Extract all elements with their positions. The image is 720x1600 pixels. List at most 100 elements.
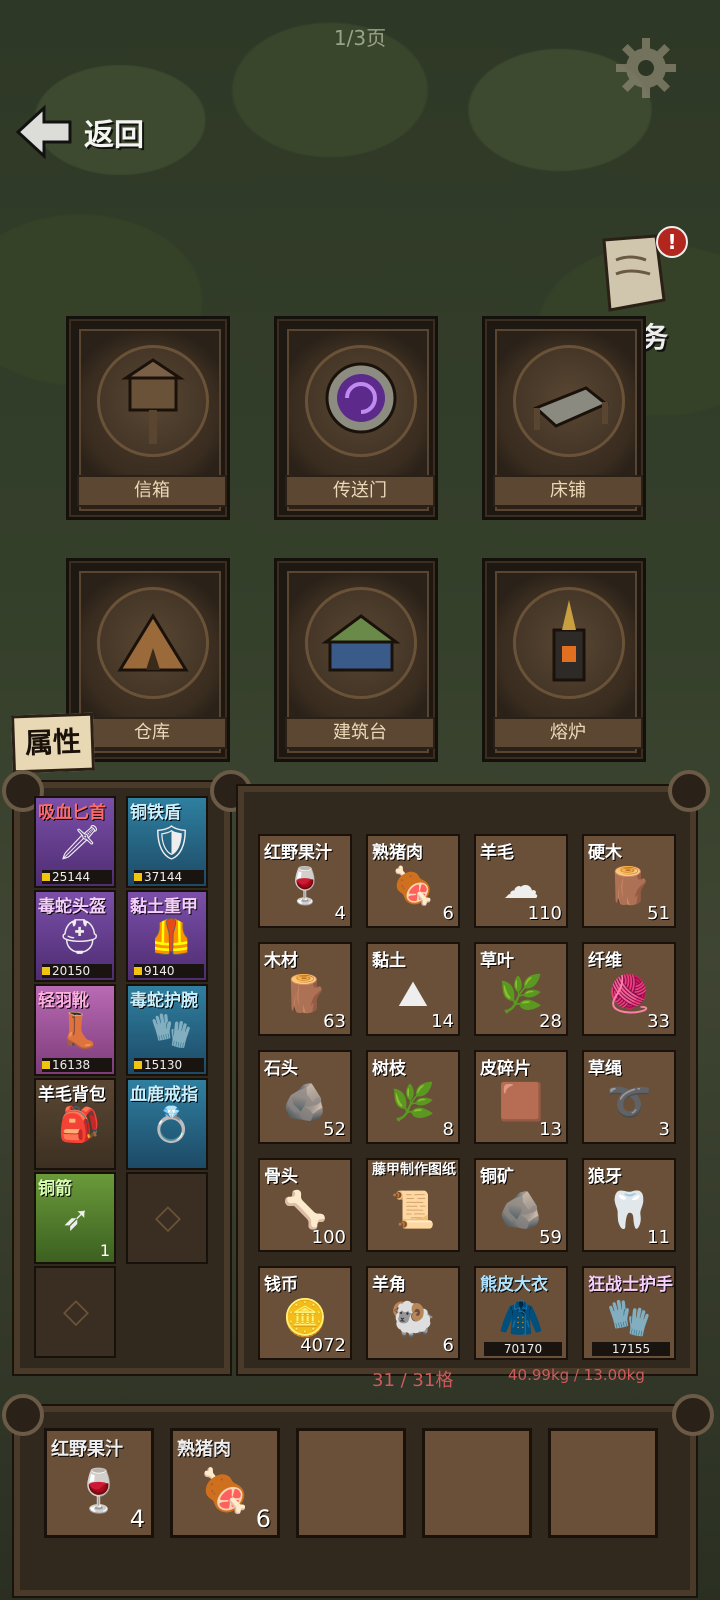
arrow-icon: ➶ (61, 1199, 91, 1239)
workbench-icon (305, 587, 417, 699)
inventory-slot[interactable]: 黏土 ⛰ 14 (366, 942, 460, 1036)
building-mailbox[interactable]: 信箱 (66, 316, 230, 520)
inventory-slot[interactable]: 木材 🪵 63 (258, 942, 352, 1036)
item-count: 33 (647, 1011, 670, 1032)
back-button[interactable]: 返回 (14, 104, 144, 160)
equipment-slot[interactable]: 血鹿戒指 💍 (126, 1078, 208, 1170)
item-count: 8 (442, 1119, 454, 1140)
inventory-slot[interactable]: 狼牙 🦷 11 (582, 1158, 676, 1252)
item-durability: 70170 (484, 1342, 562, 1356)
inventory-slot[interactable]: 纤维 🧶 33 (582, 942, 676, 1036)
item-name: 熟猪肉 (372, 843, 423, 863)
inventory-slot[interactable]: 羊角 🐏 6 (366, 1266, 460, 1360)
inventory-slot[interactable]: 树枝 🌿 8 (366, 1050, 460, 1144)
equipment-value: 9140 (134, 964, 204, 978)
equipment-slot[interactable]: 铜铁盾 🛡 37144 (126, 796, 208, 888)
equipment-slot[interactable]: 羊毛背包 🎒 (34, 1078, 116, 1170)
task-alert-icon: ! (656, 226, 688, 258)
equipment-value: 15130 (134, 1058, 204, 1072)
item-count: 6 (255, 1505, 271, 1533)
equipment-name: 铜铁盾 (130, 803, 181, 823)
bear-coat-icon: 🧥 (498, 1298, 544, 1339)
quickbar-slot[interactable] (548, 1428, 658, 1538)
equipment-name: 吸血匕首 (38, 803, 106, 823)
equipment-value: 37144 (134, 870, 204, 884)
item-count: 4 (334, 903, 346, 924)
meat-icon: 🍖 (390, 866, 436, 907)
equipment-slot[interactable]: 黏土重甲 🦺 9140 (126, 890, 208, 982)
equipment-name: 羊毛背包 (38, 1085, 106, 1105)
inventory-slot[interactable]: 石头 🪨 52 (258, 1050, 352, 1144)
equipment-name: 铜箭 (38, 1179, 72, 1199)
item-count: 51 (647, 903, 670, 924)
inventory-slot[interactable]: 草绳 ➰ 3 (582, 1050, 676, 1144)
item-count: 13 (539, 1119, 562, 1140)
building-label: 熔炉 (493, 717, 643, 749)
empty-slot-icon: ◇ (154, 1197, 182, 1237)
item-name: 草绳 (588, 1059, 622, 1079)
inventory-slot[interactable]: 铜矿 🪨 59 (474, 1158, 568, 1252)
item-name: 红野果汁 (264, 843, 332, 863)
back-label: 返回 (84, 118, 144, 153)
building-portal[interactable]: 传送门 (274, 316, 438, 520)
equipment-slot[interactable]: 铜箭 ➶ 1 (34, 1172, 116, 1264)
item-name: 羊角 (372, 1275, 406, 1295)
inventory-slot[interactable]: 熟猪肉 🍖 6 (366, 834, 460, 928)
blueprint-icon: 📜 (390, 1190, 436, 1231)
inventory-slot[interactable]: 羊毛 ☁ 110 (474, 834, 568, 928)
item-count: 59 (539, 1227, 562, 1248)
equipment-name: 轻羽靴 (38, 991, 89, 1011)
equipment-slot[interactable]: 轻羽靴 👢 16138 (34, 984, 116, 1076)
item-name: 纤维 (588, 951, 622, 971)
item-count: 4 (129, 1505, 145, 1533)
rope-icon: ➰ (606, 1082, 652, 1123)
quickbar-slot[interactable]: 红野果汁 🍷 4 (44, 1428, 154, 1538)
attributes-button[interactable]: 属性 (11, 712, 95, 774)
inventory-slot[interactable]: 皮碎片 🟫 13 (474, 1050, 568, 1144)
portal-icon (305, 345, 417, 457)
inventory-slot[interactable]: 藤甲制作图纸 📜 (366, 1158, 460, 1252)
building-label: 仓库 (77, 717, 227, 749)
inventory-slot[interactable]: 硬木 🪵 51 (582, 834, 676, 928)
building-furnace[interactable]: 熔炉 (482, 558, 646, 762)
item-name: 皮碎片 (480, 1059, 531, 1079)
equipment-value: 20150 (42, 964, 112, 978)
equipment-slot[interactable]: ◇ (126, 1172, 208, 1264)
inventory-slot[interactable]: 钱币 🪙 4072 (258, 1266, 352, 1360)
settings-gear-icon[interactable] (614, 36, 678, 100)
inventory-slot[interactable]: 熊皮大衣 🧥 70170 (474, 1266, 568, 1360)
equipment-name: 黏土重甲 (130, 897, 198, 917)
quickbar-slot[interactable] (422, 1428, 532, 1538)
item-count: 110 (527, 903, 562, 924)
building-workbench[interactable]: 建筑台 (274, 558, 438, 762)
rope-knot (672, 1394, 714, 1436)
inventory-slot[interactable]: 狂战士护手 🧤 17155 (582, 1266, 676, 1360)
item-name: 骨头 (264, 1167, 298, 1187)
equipment-slot[interactable]: ◇ (34, 1266, 116, 1358)
gauntlet-icon: 🧤 (606, 1298, 652, 1339)
inventory-slot[interactable]: 草叶 🌿 28 (474, 942, 568, 1036)
item-name: 钱币 (264, 1275, 298, 1295)
building-bed[interactable]: 床铺 (482, 316, 646, 520)
item-name: 木材 (264, 951, 298, 971)
building-label: 传送门 (285, 475, 435, 507)
equipment-slot[interactable]: 吸血匕首 🗡 25144 (34, 796, 116, 888)
inventory-slot[interactable]: 骨头 🦴 100 (258, 1158, 352, 1252)
item-name: 熊皮大衣 (480, 1275, 548, 1295)
building-label: 信箱 (77, 475, 227, 507)
equipment-name: 血鹿戒指 (130, 1085, 198, 1105)
quickbar-slot[interactable]: 熟猪肉 🍖 6 (170, 1428, 280, 1538)
helmet-icon: ⛑ (58, 917, 102, 957)
ring-icon: 💍 (150, 1105, 193, 1145)
inventory-slot[interactable]: 红野果汁 🍷 4 (258, 834, 352, 928)
item-name: 藤甲制作图纸 (372, 1162, 456, 1178)
tent-icon (97, 587, 209, 699)
rope-knot (2, 1394, 44, 1436)
equipment-slot[interactable]: 毒蛇头盔 ⛑ 20150 (34, 890, 116, 982)
item-count: 4072 (300, 1335, 346, 1356)
item-name: 熟猪肉 (177, 1439, 231, 1460)
item-count: 6 (442, 903, 454, 924)
equipment-slot[interactable]: 毒蛇护腕 🧤 15130 (126, 984, 208, 1076)
quickbar-slot[interactable] (296, 1428, 406, 1538)
building-label: 床铺 (493, 475, 643, 507)
